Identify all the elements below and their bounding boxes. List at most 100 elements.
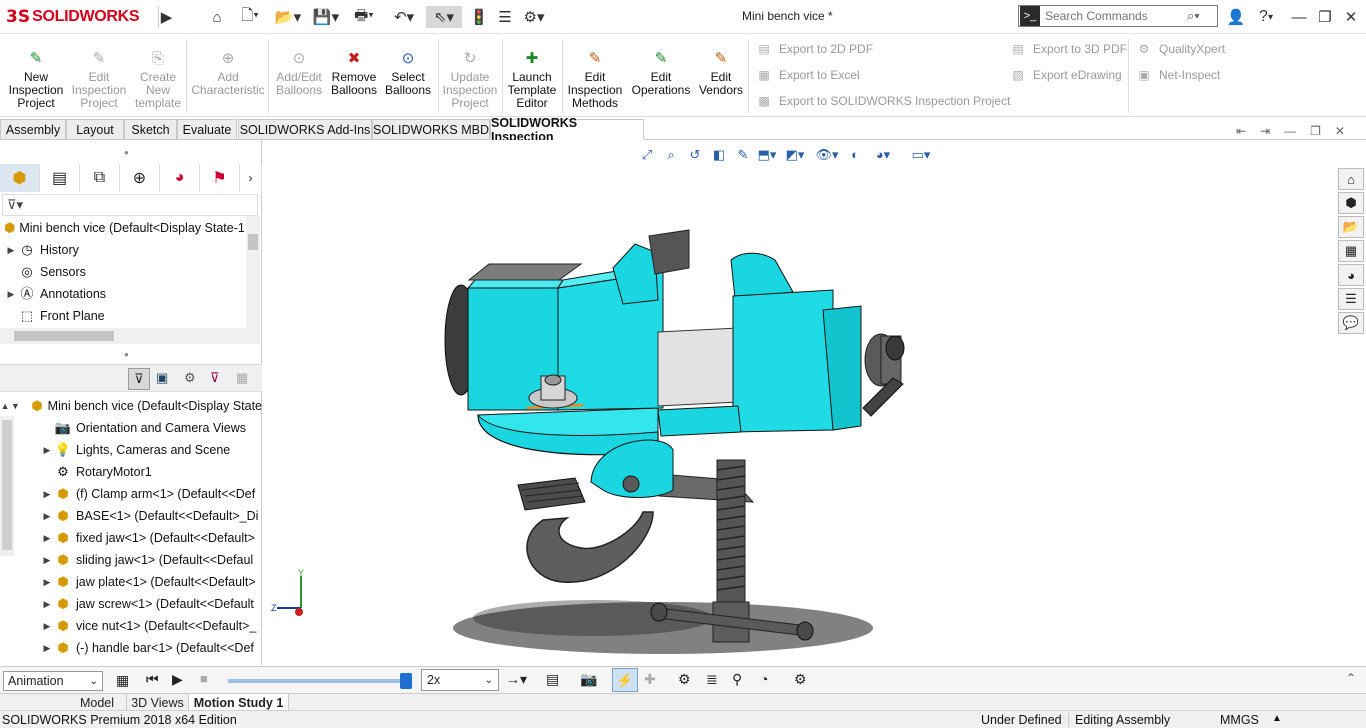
expand-arrow-icon[interactable]: ▶ [40, 533, 54, 544]
tree-root-top[interactable]: ⬢ Mini bench vice (Default<Display State… [4, 218, 244, 238]
playback-slider[interactable] [228, 673, 413, 689]
tree-item-sensors[interactable]: ◎ Sensors [4, 262, 244, 282]
net-inspect-button[interactable]: ▣ Net-Inspect [1136, 68, 1220, 82]
save-icon[interactable]: 💾▾ [310, 6, 342, 28]
collapse-motion-manager-icon[interactable]: ⌃ [1346, 671, 1356, 685]
tab-solidworks-inspection[interactable]: SOLIDWORKS Inspection [490, 116, 644, 144]
tree-vertical-scrollbar[interactable] [246, 216, 260, 328]
expand-arrow-icon[interactable]: ▶ [40, 643, 54, 654]
motion-tree-item[interactable]: ▶ ⬢ jaw screw<1> (Default<<Default [40, 594, 262, 614]
collapse-left-icon[interactable]: ⇤ [1236, 124, 1246, 138]
motion-tree-item[interactable]: 📷 Orientation and Camera Views [40, 418, 262, 438]
expand-arrow-icon[interactable]: ▶ [40, 511, 54, 522]
view-palette-icon[interactable]: ▦ [1338, 240, 1364, 262]
menu-expand-icon[interactable]: ▶ [158, 6, 174, 28]
scrollbar-thumb[interactable] [248, 234, 258, 250]
animation-wizard-icon[interactable]: 📷 [580, 671, 597, 688]
edit-methods-button[interactable]: ✎ Edit Inspection Methods [566, 49, 624, 110]
motor-icon[interactable]: ⚙ [678, 671, 691, 688]
tab-solidworks-add-ins[interactable]: SOLIDWORKS Add-Ins [238, 119, 372, 140]
contact-icon[interactable]: ◔ [760, 671, 768, 687]
solidworks-logo[interactable]: 3S SOLIDWORKS [6, 7, 140, 27]
expand-arrow-icon[interactable]: ▶ [40, 445, 54, 456]
new-inspection-button[interactable]: ✎ New Inspection Project [6, 49, 66, 110]
export-excel-button[interactable]: ▦ Export to Excel [756, 68, 859, 82]
remove-balloons-button[interactable]: ✖ Remove Balloons [330, 49, 378, 97]
edit-operations-button[interactable]: ✎ Edit Operations [630, 49, 692, 97]
study-type-select[interactable]: Animation ⌄ [3, 671, 103, 691]
scrollbar-thumb[interactable] [14, 331, 114, 341]
autokey-icon[interactable]: ⚡ [612, 668, 638, 692]
search-icon[interactable]: ⌕▾ [1187, 8, 1200, 24]
minimize-icon[interactable]: — [1288, 6, 1310, 28]
edit-inspection-button[interactable]: ✎ Edit Inspection Project [70, 49, 128, 110]
file-explorer-icon[interactable]: 📂 [1338, 216, 1364, 238]
design-library-icon[interactable]: ⬢ [1338, 192, 1364, 214]
export-inspection-project-button[interactable]: ▩ Export to SOLIDWORKS Inspection Project [756, 94, 1010, 108]
expand-arrow-icon[interactable]: ▶ [4, 289, 18, 300]
forum-icon[interactable]: 💬 [1338, 312, 1364, 334]
tab-feature-manager[interactable]: ⬢ [0, 164, 40, 192]
graphics-area[interactable]: ⤢ ⌕ ↺ ◧ ✎ ⬒▾ ◩▾ 👁▾ ◐ ◕▾ ▭▾ Y Z [263, 140, 1338, 665]
bottom-tab-3d-views[interactable]: 3D Views [127, 694, 189, 711]
expand-arrow-icon[interactable]: ▶ [40, 621, 54, 632]
collapse-icon[interactable]: ▲ [0, 401, 10, 411]
tree-filter-box[interactable]: ⊽▾ [2, 194, 258, 216]
open-document-icon[interactable]: 📂▾ [272, 6, 304, 28]
restore-icon[interactable]: ❐ [1314, 6, 1336, 28]
scrollbar-thumb[interactable] [2, 420, 12, 550]
motion-tree-item[interactable]: ▶ 💡 Lights, Cameras and Scene [40, 440, 262, 460]
collapse-right-icon[interactable]: ⇥ [1260, 124, 1270, 138]
playback-slider-thumb[interactable] [400, 673, 413, 689]
vice-3d-model[interactable] [263, 140, 1338, 665]
viewport-restore-icon[interactable]: ❐ [1310, 124, 1321, 138]
tab-sketch[interactable]: Sketch [124, 119, 177, 140]
tab-inspection-manager[interactable]: ⚑ [200, 164, 240, 192]
stop-icon[interactable]: ■ [200, 671, 208, 686]
file-properties-icon[interactable]: ☰ [494, 6, 516, 28]
motion-tree-item[interactable]: ▶ ⬢ jaw plate<1> (Default<<Default> [40, 572, 262, 592]
motion-tree-item[interactable]: ▶ ⬢ fixed jaw<1> (Default<<Default> [40, 528, 262, 548]
tab-dimxpert-manager[interactable]: ⊕ [120, 164, 160, 192]
bottom-tab-motion-study-1[interactable]: Motion Study 1 [189, 694, 289, 711]
play-icon[interactable]: ▶ [172, 671, 183, 688]
appearances-icon[interactable]: ◕ [1338, 264, 1364, 286]
pane-splitter-handle[interactable]: ● [124, 350, 129, 359]
viewport-close-icon[interactable]: ✕ [1335, 124, 1345, 138]
expand-arrow-icon[interactable]: ▶ [40, 577, 54, 588]
pane-splitter-handle[interactable]: ● [124, 148, 129, 157]
play-from-start-icon[interactable]: ⏮ [146, 671, 159, 688]
damper-icon[interactable]: ⚲ [732, 671, 742, 688]
select-pointer-icon[interactable]: ⇖▾ [426, 6, 462, 28]
edit-vendors-button[interactable]: ✎ Edit Vendors [696, 49, 746, 97]
tree-item-front-plane[interactable]: ⬚ Front Plane [4, 306, 244, 326]
tab-scroll-right[interactable]: › [240, 164, 262, 192]
close-icon[interactable]: ✕ [1340, 6, 1362, 28]
tab-evaluate[interactable]: Evaluate [177, 119, 237, 140]
calculate-icon[interactable]: ▦ [116, 672, 129, 689]
motion-tree-scrollbar[interactable] [0, 416, 14, 556]
tree-item-annotations[interactable]: ▶ Ⓐ Annotations [4, 284, 244, 304]
filter-driving-icon[interactable]: ⚙ [184, 370, 196, 386]
new-document-icon[interactable]: 🗋▾ [234, 6, 266, 28]
motion-tree-item[interactable]: ▶ ⬢ (f) Clamp arm<1> (Default<<Def [40, 484, 262, 504]
motion-tree-item[interactable]: ▶ ⬢ BASE<1> (Default<<Default>_Di [40, 506, 262, 526]
motion-tree-item[interactable]: ▶ ⬢ vice nut<1> (Default<<Default>_ [40, 616, 262, 636]
add-key-icon[interactable]: ✚ [644, 671, 656, 688]
tree-horizontal-scrollbar[interactable] [0, 328, 260, 344]
filter-results-icon[interactable]: ▦ [236, 370, 248, 386]
tab-assembly[interactable]: Assembly [0, 119, 66, 140]
motion-tree-item[interactable]: ▶ ⬢ (-) handle bar<1> (Default<<Def [40, 638, 262, 658]
launch-template-button[interactable]: ✚ Launch Template Editor [506, 49, 558, 110]
tree-item-history[interactable]: ▶ ◷ History [4, 240, 244, 260]
rebuild-icon[interactable]: 🚦 [468, 6, 490, 28]
tab-configuration-manager[interactable]: ⧉ [80, 164, 120, 192]
export-edrawing-button[interactable]: ▧ Export eDrawing [1010, 68, 1121, 82]
status-units[interactable]: MMGS [1220, 713, 1259, 727]
units-up-icon[interactable]: ▲ [1272, 713, 1282, 724]
export-2d-pdf-button[interactable]: ▤ Export to 2D PDF [756, 42, 873, 56]
select-balloons-button[interactable]: ⊙ Select Balloons [384, 49, 432, 97]
search-commands-input[interactable] [1045, 9, 1185, 23]
add-characteristic-button[interactable]: ⊕ Add Characteristic [190, 49, 266, 97]
custom-properties-icon[interactable]: ☰ [1338, 288, 1364, 310]
